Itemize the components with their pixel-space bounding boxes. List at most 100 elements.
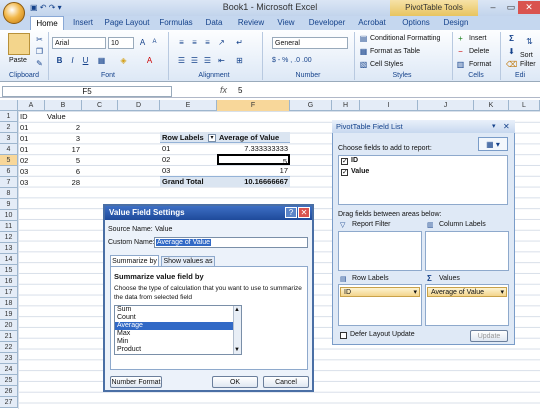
row-header[interactable]: 6: [0, 166, 18, 177]
conditional-formatting-icon[interactable]: ▤: [358, 33, 369, 44]
update-button[interactable]: Update: [470, 330, 508, 342]
row-header[interactable]: 14: [0, 254, 18, 265]
fill-icon[interactable]: ⬇: [506, 46, 517, 57]
tab-options[interactable]: Options: [396, 16, 436, 30]
tab-design[interactable]: Design: [438, 16, 474, 30]
row-header[interactable]: 1: [0, 111, 18, 122]
row-field-pill[interactable]: ID ▾: [340, 287, 420, 297]
value-field-pill[interactable]: Average of Value ▾: [427, 287, 507, 297]
help-icon[interactable]: ?: [285, 207, 297, 218]
name-box[interactable]: F5: [2, 86, 172, 97]
row-header[interactable]: 9: [0, 199, 18, 210]
align-right-icon[interactable]: ☰: [202, 55, 213, 66]
align-left-icon[interactable]: ☰: [176, 55, 187, 66]
row-header-active[interactable]: 5: [0, 155, 18, 166]
dialog-close-icon[interactable]: ✕: [298, 207, 310, 218]
cell-styles-button[interactable]: Cell Styles: [370, 61, 403, 68]
bold-icon[interactable]: B: [54, 55, 65, 66]
number-format-button[interactable]: Number Format: [110, 376, 162, 388]
cell-styles-icon[interactable]: ▧: [358, 59, 369, 70]
tab-insert[interactable]: Insert: [66, 16, 100, 30]
filter-button[interactable]: Filter: [520, 61, 536, 68]
autosum-icon[interactable]: Σ: [506, 33, 517, 44]
calc-option-min[interactable]: Min: [115, 338, 233, 346]
row-header[interactable]: 20: [0, 320, 18, 331]
column-header[interactable]: A: [18, 100, 45, 111]
cell-b2[interactable]: 2: [45, 122, 80, 133]
column-labels-area[interactable]: [425, 231, 509, 271]
pivot-values-header[interactable]: Average of Value: [219, 132, 279, 143]
cut-icon[interactable]: ✂: [34, 34, 45, 45]
scroll-up-icon[interactable]: ▲: [233, 306, 241, 314]
align-center-icon[interactable]: ☰: [189, 55, 200, 66]
format-cells-icon[interactable]: ▥: [455, 59, 466, 70]
format-painter-icon[interactable]: ✎: [34, 58, 45, 69]
row-header[interactable]: 25: [0, 375, 18, 386]
tab-home[interactable]: Home: [30, 16, 64, 30]
filter-dropdown-icon[interactable]: ▾: [208, 134, 216, 142]
row-header[interactable]: 22: [0, 342, 18, 353]
row-header[interactable]: 8: [0, 188, 18, 199]
cell-a6[interactable]: 03: [20, 166, 28, 177]
row-header[interactable]: 18: [0, 298, 18, 309]
paste-button[interactable]: Paste: [9, 57, 27, 64]
column-header[interactable]: L: [509, 100, 540, 111]
borders-icon[interactable]: ▦: [96, 55, 107, 66]
row-header[interactable]: 7: [0, 177, 18, 188]
cell-b7[interactable]: 28: [45, 177, 80, 188]
insert-function-icon[interactable]: fx: [220, 85, 227, 95]
cell-b3[interactable]: 3: [45, 133, 80, 144]
field-id-checkbox[interactable]: ✓: [341, 158, 348, 165]
column-header[interactable]: B: [45, 100, 82, 111]
row-header[interactable]: 26: [0, 386, 18, 397]
row-header[interactable]: 17: [0, 287, 18, 298]
pivot-grand-total-label[interactable]: Grand Total: [162, 176, 204, 187]
underline-icon[interactable]: U: [80, 55, 91, 66]
orientation-icon[interactable]: ↗: [216, 37, 227, 48]
cell-a2[interactable]: 01: [20, 122, 28, 133]
decrease-indent-icon[interactable]: ⇤: [216, 55, 227, 66]
copy-icon[interactable]: ❐: [34, 46, 45, 57]
cell-a4[interactable]: 01: [20, 144, 28, 155]
tab-view[interactable]: View: [272, 16, 300, 30]
scroll-down-icon[interactable]: ▼: [233, 346, 241, 354]
column-header[interactable]: G: [290, 100, 332, 111]
align-middle-icon[interactable]: ≡: [189, 37, 200, 48]
defer-layout-checkbox[interactable]: [340, 332, 347, 339]
row-header[interactable]: 4: [0, 144, 18, 155]
office-button[interactable]: [3, 2, 25, 24]
calc-option-average[interactable]: Average: [115, 322, 233, 330]
pivot-row-labels-header[interactable]: Row Labels: [162, 132, 204, 143]
column-header[interactable]: I: [360, 100, 418, 111]
close-button[interactable]: ✕: [518, 1, 540, 14]
pill-dropdown-icon[interactable]: ▾: [413, 288, 419, 297]
row-header[interactable]: 21: [0, 331, 18, 342]
row-header[interactable]: 13: [0, 243, 18, 254]
field-value-label[interactable]: Value: [351, 168, 369, 175]
cell-b6[interactable]: 6: [45, 166, 80, 177]
column-header[interactable]: K: [474, 100, 509, 111]
row-header[interactable]: 27: [0, 397, 18, 408]
report-filter-area[interactable]: [338, 231, 422, 271]
calc-option-count[interactable]: Count: [115, 314, 233, 322]
format-as-table-button[interactable]: Format as Table: [370, 48, 420, 55]
conditional-formatting-button[interactable]: Conditional Formatting: [370, 35, 440, 42]
pane-dropdown-icon[interactable]: ▾: [492, 122, 496, 130]
pill-dropdown-icon[interactable]: ▾: [500, 288, 506, 297]
tab-developer[interactable]: Developer: [304, 16, 350, 30]
number-format-buttons[interactable]: $ - % , .0 .00: [272, 57, 312, 64]
row-header[interactable]: 2: [0, 122, 18, 133]
select-all-corner[interactable]: [0, 100, 18, 111]
align-top-icon[interactable]: ≡: [176, 37, 187, 48]
ok-button[interactable]: OK: [212, 376, 258, 388]
calc-option-sum[interactable]: Sum: [115, 306, 233, 314]
format-as-table-icon[interactable]: ▦: [358, 46, 369, 57]
row-header[interactable]: 11: [0, 221, 18, 232]
italic-icon[interactable]: I: [67, 55, 78, 66]
formula-input[interactable]: 5: [238, 86, 242, 95]
font-color-icon[interactable]: A: [144, 55, 155, 66]
field-value-checkbox[interactable]: ✓: [341, 169, 348, 176]
insert-cells-button[interactable]: Insert: [469, 35, 487, 42]
column-header[interactable]: J: [418, 100, 474, 111]
paste-icon[interactable]: [8, 33, 30, 55]
